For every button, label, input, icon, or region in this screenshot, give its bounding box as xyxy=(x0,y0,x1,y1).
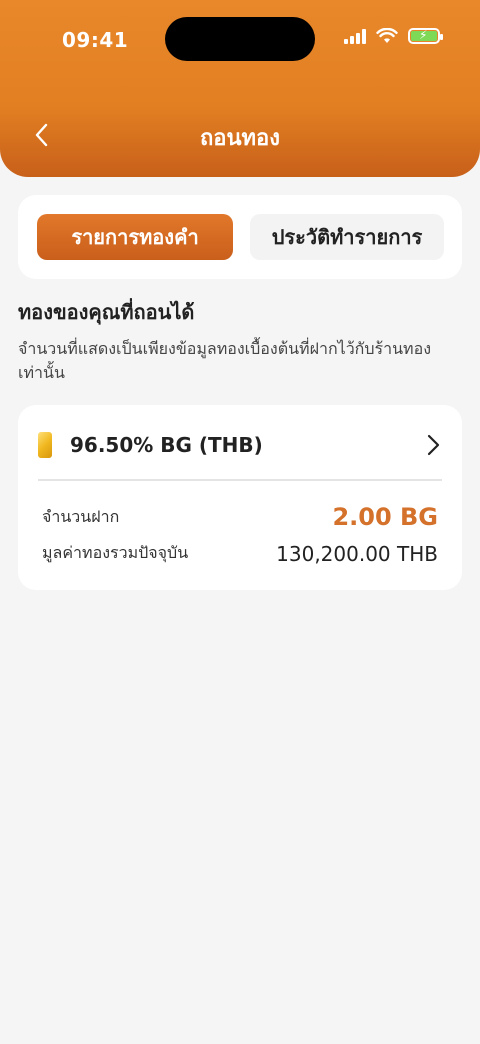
deposit-label: จำนวนฝาก xyxy=(42,506,120,526)
deposit-row: จำนวนฝาก 2.00 BG xyxy=(42,503,438,531)
tab-gold-list[interactable]: รายการทองคำ xyxy=(37,214,233,260)
gold-item-card[interactable]: 96.50% BG (THB) จำนวนฝาก 2.00 BG มูลค่าท… xyxy=(18,405,462,590)
deposit-value: 2.00 BG xyxy=(332,503,438,531)
gold-item-header[interactable]: 96.50% BG (THB) xyxy=(38,427,442,463)
gold-item-name: 96.50% BG (THB) xyxy=(70,433,263,457)
chevron-right-icon[interactable] xyxy=(424,433,442,457)
status-time: 09:41 xyxy=(62,28,129,52)
battery-icon: ⚡ xyxy=(408,28,443,44)
app-header: 09:41 ⚡ ถอนทอง xyxy=(0,0,480,177)
status-icons: ⚡ xyxy=(344,28,443,44)
total-value: 130,200.00 THB xyxy=(276,541,438,566)
tabs-container: รายการทองคำ ประวัติทำรายการ xyxy=(18,195,462,279)
section-title: ทองของคุณที่ถอนได้ xyxy=(18,300,195,324)
card-divider xyxy=(38,479,442,481)
cellular-signal-icon xyxy=(344,28,366,44)
total-value-label: มูลค่าทองรวมปัจจุบัน xyxy=(42,543,189,562)
tab-transaction-history[interactable]: ประวัติทำรายการ xyxy=(250,214,444,260)
page-title: ถอนทอง xyxy=(199,126,281,151)
total-value-row: มูลค่าทองรวมปัจจุบัน 130,200.00 THB xyxy=(42,541,438,566)
section-description: จำนวนที่แสดงเป็นเพียงข้อมูลทองเบื้องต้นท… xyxy=(18,339,432,382)
wifi-icon xyxy=(376,28,398,43)
gold-bar-icon xyxy=(38,432,52,458)
dynamic-island xyxy=(165,17,315,61)
